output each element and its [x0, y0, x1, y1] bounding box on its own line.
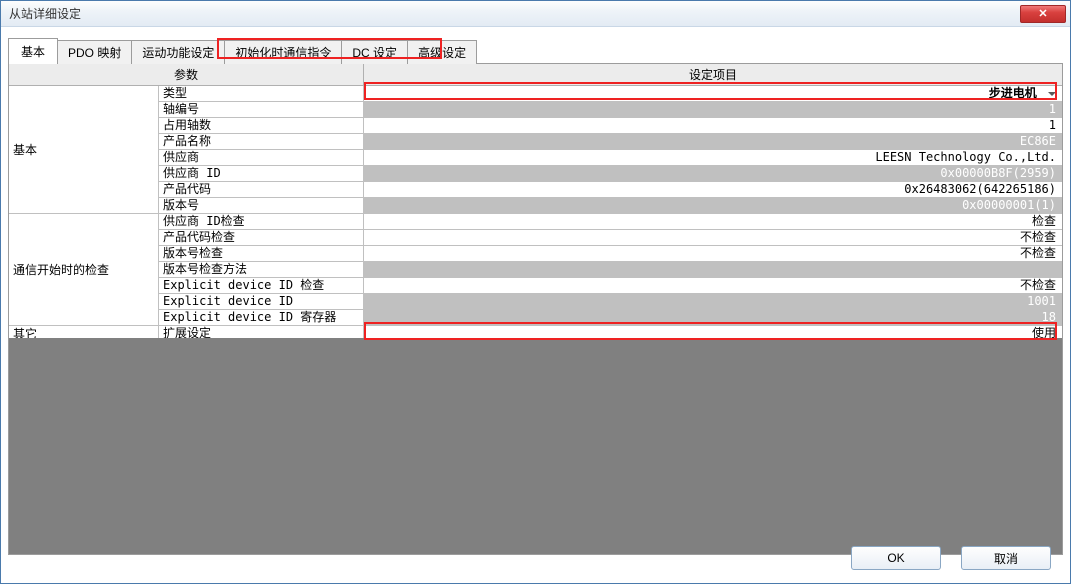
table-row: 产品代码0x26483062(642265186): [9, 182, 1062, 198]
close-icon: ✕: [1038, 7, 1047, 20]
param-cell: Explicit device ID: [159, 294, 364, 310]
value-cell[interactable]: 0x26483062(642265186): [364, 182, 1062, 198]
dialog-window: 从站详细设定 ✕ 基本PDO 映射运动功能设定初始化时通信指令DC 设定高级设定…: [0, 0, 1071, 584]
table-row: Explicit device ID 检查不检查: [9, 278, 1062, 294]
value-cell: [364, 262, 1062, 278]
window-title: 从站详细设定: [9, 5, 1020, 22]
value-cell[interactable]: 不检查: [364, 278, 1062, 294]
group-label: 通信开始时的检查: [9, 214, 159, 326]
value-cell[interactable]: 步进电机: [364, 86, 1062, 102]
param-cell: 占用轴数: [159, 118, 364, 134]
grid: 参数 设定项目 类型步进电机 轴编号1占用轴数1产品名称EC86E供应商LEES…: [8, 63, 1063, 555]
param-cell: 版本号检查方法: [159, 262, 364, 278]
table-row: 轴编号1: [9, 102, 1062, 118]
table-row: Explicit device ID 寄存器18: [9, 310, 1062, 326]
value-cell[interactable]: LEESN Technology Co.,Ltd.: [364, 150, 1062, 166]
value-cell[interactable]: 1: [364, 118, 1062, 134]
table-row: 供应商LEESN Technology Co.,Ltd.: [9, 150, 1062, 166]
grid-filler: [9, 338, 1062, 554]
table-row: 版本号检查方法: [9, 262, 1062, 278]
grid-header: 参数 设定项目: [9, 64, 1062, 86]
header-param: 参数: [9, 64, 364, 85]
table-row: 版本号0x00000001(1): [9, 198, 1062, 214]
table-row: 占用轴数1: [9, 118, 1062, 134]
param-cell: Explicit device ID 寄存器: [159, 310, 364, 326]
value-cell[interactable]: 检查: [364, 214, 1062, 230]
content-area: 基本PDO 映射运动功能设定初始化时通信指令DC 设定高级设定 参数 设定项目 …: [1, 27, 1070, 583]
param-cell: 类型: [159, 86, 364, 102]
tab-row: 基本PDO 映射运动功能设定初始化时通信指令DC 设定高级设定: [8, 38, 1063, 64]
tab-1[interactable]: PDO 映射: [57, 40, 132, 64]
param-cell: 供应商 ID: [159, 166, 364, 182]
button-bar: OK 取消: [851, 546, 1051, 570]
header-value: 设定项目: [364, 64, 1062, 85]
value-cell: EC86E: [364, 134, 1062, 150]
param-cell: 供应商: [159, 150, 364, 166]
tab-2[interactable]: 运动功能设定: [131, 40, 225, 64]
tab-3[interactable]: 初始化时通信指令: [224, 40, 342, 64]
tab-5[interactable]: 高级设定: [407, 40, 477, 64]
param-cell: 供应商 ID检查: [159, 214, 364, 230]
value-cell[interactable]: 不检查: [364, 230, 1062, 246]
table-row: 供应商 ID检查检查: [9, 214, 1062, 230]
grid-body: 类型步进电机 轴编号1占用轴数1产品名称EC86E供应商LEESN Techno…: [9, 86, 1062, 342]
table-row: 产品名称EC86E: [9, 134, 1062, 150]
table-row: 产品代码检查不检查: [9, 230, 1062, 246]
param-cell: 版本号: [159, 198, 364, 214]
tab-4[interactable]: DC 设定: [341, 40, 408, 64]
titlebar: 从站详细设定 ✕: [1, 1, 1070, 27]
chevron-down-icon[interactable]: [1048, 92, 1056, 96]
close-button[interactable]: ✕: [1020, 5, 1066, 23]
table-row: 类型步进电机: [9, 86, 1062, 102]
value-cell: 18: [364, 310, 1062, 326]
table-row: 供应商 ID0x00000B8F(2959): [9, 166, 1062, 182]
param-cell: 版本号检查: [159, 246, 364, 262]
table-row: Explicit device ID1001: [9, 294, 1062, 310]
param-cell: Explicit device ID 检查: [159, 278, 364, 294]
value-cell: 1001: [364, 294, 1062, 310]
param-cell: 轴编号: [159, 102, 364, 118]
ok-button[interactable]: OK: [851, 546, 941, 570]
param-cell: 产品名称: [159, 134, 364, 150]
tab-0[interactable]: 基本: [8, 38, 58, 64]
value-cell: 0x00000B8F(2959): [364, 166, 1062, 182]
param-cell: 产品代码检查: [159, 230, 364, 246]
cancel-button[interactable]: 取消: [961, 546, 1051, 570]
value-cell: 0x00000001(1): [364, 198, 1062, 214]
group-label: 基本: [9, 86, 159, 214]
param-cell: 产品代码: [159, 182, 364, 198]
table-row: 版本号检查不检查: [9, 246, 1062, 262]
value-cell: 1: [364, 102, 1062, 118]
value-cell[interactable]: 不检查: [364, 246, 1062, 262]
